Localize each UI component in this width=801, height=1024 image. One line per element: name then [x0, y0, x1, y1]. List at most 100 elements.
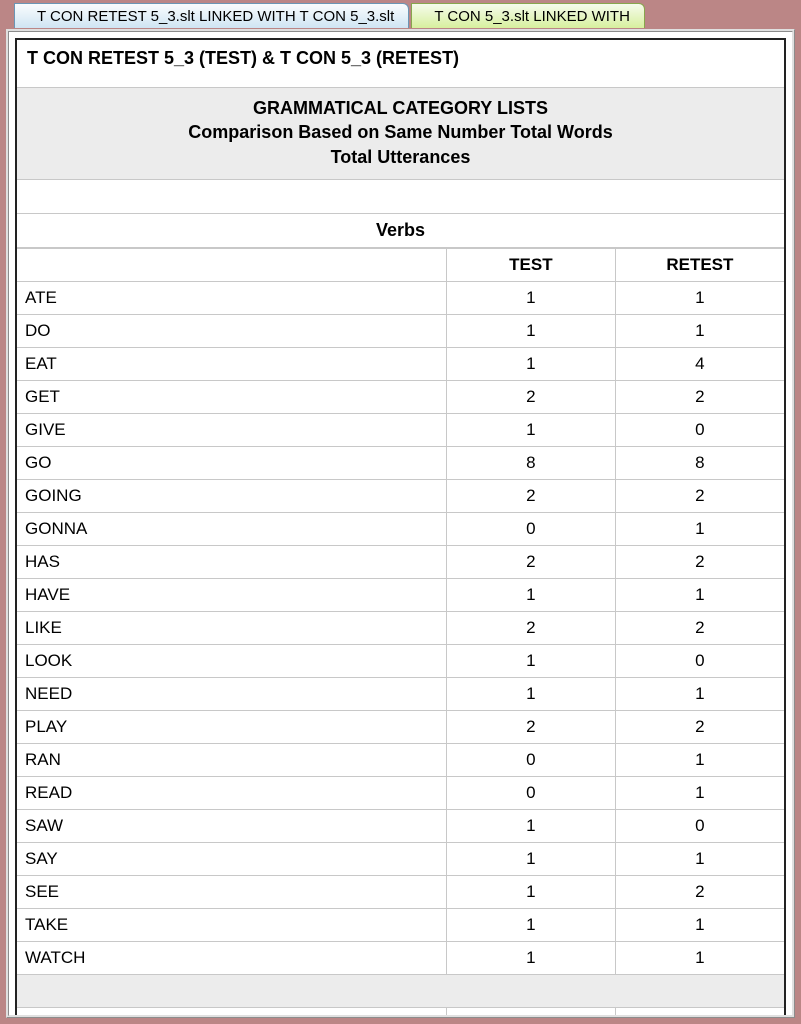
- cell-retest: 1: [615, 677, 784, 710]
- cell-word: SAY: [17, 842, 447, 875]
- report-title: T CON RETEST 5_3 (TEST) & T CON 5_3 (RET…: [17, 40, 784, 87]
- cell-retest: 4: [615, 347, 784, 380]
- cell-word: READ: [17, 776, 447, 809]
- cell-retest: 2: [615, 380, 784, 413]
- cell-test: 1: [447, 842, 616, 875]
- cell-word: HAVE: [17, 578, 447, 611]
- cell-test: 1: [447, 644, 616, 677]
- cell-word: WATCH: [17, 941, 447, 974]
- cell-retest: 1: [615, 512, 784, 545]
- category-header: GRAMMATICAL CATEGORY LISTS Comparison Ba…: [17, 87, 784, 180]
- table-row: HAS22: [17, 545, 784, 578]
- cell-word: SAW: [17, 809, 447, 842]
- cell-word: TAKE: [17, 908, 447, 941]
- cell-test: 1: [447, 809, 616, 842]
- cell-test: 1: [447, 875, 616, 908]
- table-header-row: TEST RETEST: [17, 248, 784, 281]
- cell-retest: 1: [615, 776, 784, 809]
- cell-test: 1: [447, 347, 616, 380]
- table-row: SAW10: [17, 809, 784, 842]
- cell-word: GONNA: [17, 512, 447, 545]
- cell-test: 1: [447, 677, 616, 710]
- cell-test: 1: [447, 314, 616, 347]
- cell-word: HAS: [17, 545, 447, 578]
- total-retest: 34: [615, 1007, 784, 1018]
- cell-retest: 0: [615, 413, 784, 446]
- table-row: WATCH11: [17, 941, 784, 974]
- cell-word: ATE: [17, 281, 447, 314]
- cell-word: GET: [17, 380, 447, 413]
- cell-word: PLAY: [17, 710, 447, 743]
- cell-word: NEED: [17, 677, 447, 710]
- table-row: GOING22: [17, 479, 784, 512]
- cell-retest: 1: [615, 743, 784, 776]
- cell-test: 0: [447, 776, 616, 809]
- table-row: HAVE11: [17, 578, 784, 611]
- table-row: RAN01: [17, 743, 784, 776]
- total-separator: [17, 974, 784, 1007]
- content-border: T CON RETEST 5_3 (TEST) & T CON 5_3 (RET…: [6, 29, 795, 1018]
- spacer-row: [17, 180, 784, 214]
- tab-active[interactable]: T CON RETEST 5_3.slt LINKED WITH T CON 5…: [14, 3, 409, 28]
- report-page: T CON RETEST 5_3 (TEST) & T CON 5_3 (RET…: [15, 38, 786, 1018]
- table-row: SEE12: [17, 875, 784, 908]
- cell-retest: 2: [615, 545, 784, 578]
- cell-test: 1: [447, 578, 616, 611]
- table-row: GO88: [17, 446, 784, 479]
- cell-test: 1: [447, 908, 616, 941]
- total-label: Total Frequency: [17, 1007, 447, 1018]
- cell-retest: 1: [615, 578, 784, 611]
- cell-test: 8: [447, 446, 616, 479]
- cell-retest: 1: [615, 281, 784, 314]
- table-row: DO11: [17, 314, 784, 347]
- table-row: GONNA01: [17, 512, 784, 545]
- cell-test: 0: [447, 743, 616, 776]
- cell-retest: 1: [615, 941, 784, 974]
- cell-retest: 2: [615, 710, 784, 743]
- table-row: GIVE10: [17, 413, 784, 446]
- table-row: READ01: [17, 776, 784, 809]
- cell-retest: 1: [615, 908, 784, 941]
- cell-retest: 0: [615, 809, 784, 842]
- header-line3: Total Utterances: [23, 145, 778, 169]
- total-row: Total Frequency 30 34: [17, 1007, 784, 1018]
- cell-word: GO: [17, 446, 447, 479]
- cell-test: 1: [447, 413, 616, 446]
- cell-word: LOOK: [17, 644, 447, 677]
- cell-test: 1: [447, 281, 616, 314]
- col-retest-header: RETEST: [615, 248, 784, 281]
- total-test: 30: [447, 1007, 616, 1018]
- cell-retest: 1: [615, 314, 784, 347]
- table-row: EAT14: [17, 347, 784, 380]
- tab-inactive[interactable]: T CON 5_3.slt LINKED WITH: [411, 3, 645, 28]
- cell-test: 0: [447, 512, 616, 545]
- verbs-table: TEST RETEST ATE11DO11EAT14GET22GIVE10GO8…: [17, 248, 784, 1018]
- cell-test: 1: [447, 941, 616, 974]
- table-row: LIKE22: [17, 611, 784, 644]
- cell-retest: 2: [615, 875, 784, 908]
- cell-test: 2: [447, 479, 616, 512]
- cell-word: EAT: [17, 347, 447, 380]
- header-line1: GRAMMATICAL CATEGORY LISTS: [23, 96, 778, 120]
- table-row: TAKE11: [17, 908, 784, 941]
- cell-word: LIKE: [17, 611, 447, 644]
- table-row: ATE11: [17, 281, 784, 314]
- cell-word: RAN: [17, 743, 447, 776]
- cell-test: 2: [447, 380, 616, 413]
- table-row: GET22: [17, 380, 784, 413]
- table-row: SAY11: [17, 842, 784, 875]
- table-row: NEED11: [17, 677, 784, 710]
- cell-test: 2: [447, 545, 616, 578]
- content-outer: T CON RETEST 5_3 (TEST) & T CON 5_3 (RET…: [0, 28, 801, 1024]
- cell-word: DO: [17, 314, 447, 347]
- table-row: PLAY22: [17, 710, 784, 743]
- col-word-header: [17, 248, 447, 281]
- cell-retest: 8: [615, 446, 784, 479]
- table-row: LOOK10: [17, 644, 784, 677]
- header-line2: Comparison Based on Same Number Total Wo…: [23, 120, 778, 144]
- cell-test: 2: [447, 710, 616, 743]
- col-test-header: TEST: [447, 248, 616, 281]
- cell-word: SEE: [17, 875, 447, 908]
- cell-word: GIVE: [17, 413, 447, 446]
- cell-retest: 2: [615, 479, 784, 512]
